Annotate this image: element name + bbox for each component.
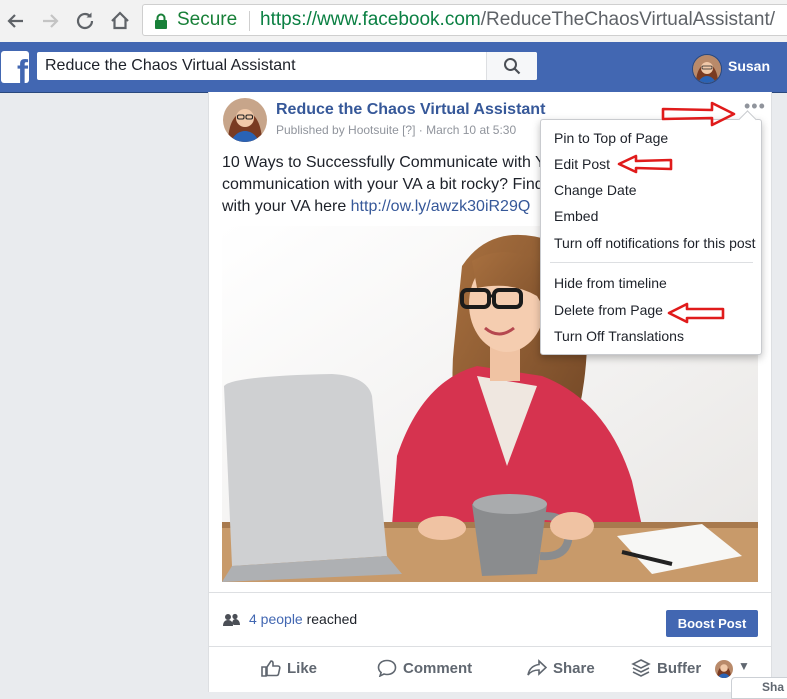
url-text: https://www.facebook.com/ReduceTheChaosV… (260, 9, 776, 30)
menu-item-turn-off-translations[interactable]: Turn Off Translations (554, 328, 684, 344)
post-link[interactable]: http://ow.ly/awzk30iR29Q (351, 198, 531, 215)
share-button[interactable]: Share (527, 659, 595, 677)
reach-text: 4 people reached (249, 611, 358, 627)
share-corner-tab[interactable]: Sha (731, 677, 787, 699)
search-box[interactable]: Reduce the Chaos Virtual Assistant (37, 52, 537, 80)
chevron-down-icon[interactable]: ▼ (738, 659, 750, 673)
menu-item-edit-post[interactable]: Edit Post (554, 156, 610, 172)
share-icon (527, 659, 548, 676)
thumbs-up-icon (261, 660, 281, 677)
reach-count-link[interactable]: 4 people (249, 611, 303, 627)
home-icon[interactable] (107, 8, 133, 34)
forward-icon[interactable] (37, 8, 63, 34)
address-separator (249, 11, 250, 31)
back-icon[interactable] (3, 8, 29, 34)
user-name[interactable]: Susan (728, 58, 770, 74)
menu-item-delete-from-page[interactable]: Delete from Page (554, 302, 663, 318)
lock-icon (155, 13, 167, 29)
people-icon (223, 613, 240, 626)
comment-button[interactable]: Comment (377, 659, 472, 678)
menu-divider (550, 262, 753, 263)
buffer-icon (631, 659, 651, 677)
reach-row: 4 people reached Boost Post (209, 592, 771, 647)
annotation-arrow-left-icon (617, 154, 673, 174)
boost-post-button[interactable]: Boost Post (666, 610, 758, 637)
secure-label: Secure (177, 9, 238, 30)
buffer-button[interactable]: Buffer (631, 659, 701, 677)
page-avatar[interactable] (223, 98, 267, 142)
user-avatar[interactable] (692, 54, 722, 84)
reload-icon[interactable] (72, 8, 98, 34)
facebook-logo[interactable]: f (1, 51, 29, 83)
search-input[interactable]: Reduce the Chaos Virtual Assistant (45, 52, 296, 80)
search-icon (504, 58, 521, 75)
address-bar[interactable]: Secure https://www.facebook.com/ReduceTh… (142, 4, 787, 36)
menu-item-pin-to-top[interactable]: Pin to Top of Page (554, 130, 668, 146)
post-as-avatar[interactable] (715, 660, 733, 678)
annotation-arrow-left-icon (667, 302, 725, 324)
menu-item-embed[interactable]: Embed (554, 208, 598, 224)
menu-item-turn-off-notifications[interactable]: Turn off notifications for this post (554, 235, 756, 251)
facebook-top-bar: f Reduce the Chaos Virtual Assistant Sus… (0, 42, 787, 93)
menu-item-change-date[interactable]: Change Date (554, 182, 637, 198)
page-name-link[interactable]: Reduce the Chaos Virtual Assistant (276, 101, 545, 119)
menu-item-hide-from-timeline[interactable]: Hide from timeline (554, 275, 667, 291)
like-button[interactable]: Like (261, 659, 317, 677)
search-button[interactable] (486, 52, 537, 80)
post-text: 10 Ways to Successfully Communicate with… (222, 154, 546, 215)
post-meta: Published by Hootsuite [?] · March 10 at… (276, 123, 517, 137)
browser-toolbar: Secure https://www.facebook.com/ReduceTh… (0, 0, 787, 43)
annotation-arrow-right-icon (661, 101, 736, 127)
comment-icon (377, 659, 397, 678)
post-actions: Like Comment Share Buffer ▼ (209, 646, 771, 693)
